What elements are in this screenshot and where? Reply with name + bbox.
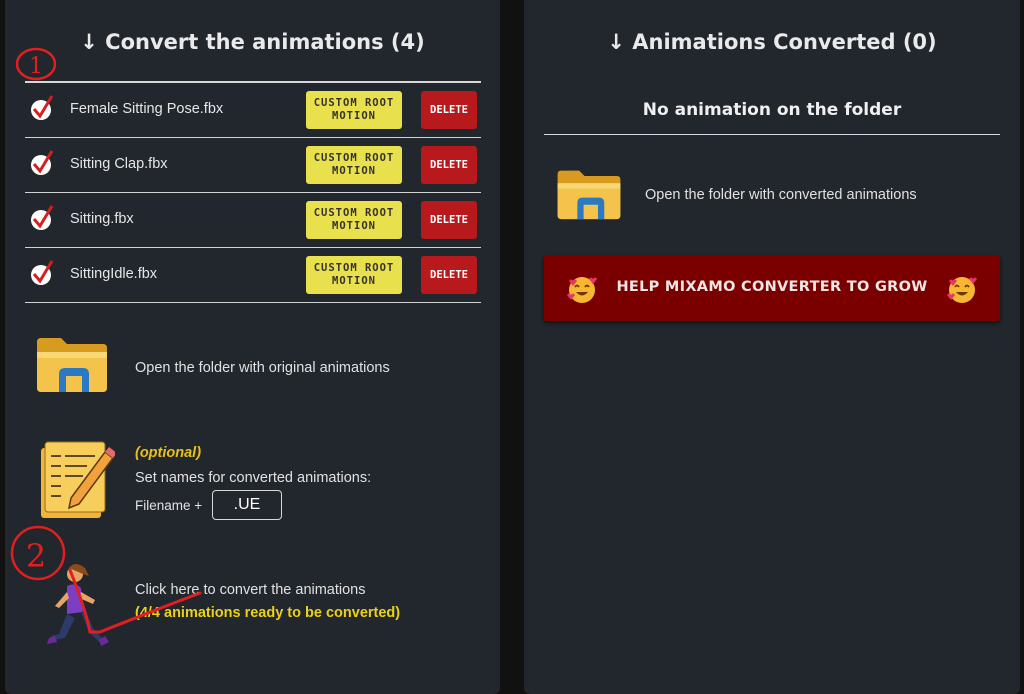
notepad-pencil-icon [41, 441, 115, 518]
animation-row: Sitting Clap.fbx CUSTOM ROOT MOTION DELE… [25, 137, 481, 192]
folder-icon [37, 338, 107, 392]
help-mixamo-converter-button[interactable]: HELP MIXAMO CONVERTER TO GROW [544, 255, 1000, 321]
set-names-label: Set names for converted animations: [135, 470, 372, 486]
convert-status-text: (4/4 animations ready to be converted) [135, 605, 401, 621]
optional-label: (optional) [135, 445, 202, 461]
open-converted-folder-button[interactable]: Open the folder with converted animation… [554, 160, 974, 232]
delete-button[interactable]: DELETE [421, 146, 477, 184]
animation-name: Sitting Clap.fbx [70, 156, 168, 172]
open-original-folder-label: Open the folder with original animations [135, 360, 390, 376]
converted-panel-title: ↓ Animations Converted (0) [607, 30, 937, 54]
convert-label: Click here to convert the animations [135, 582, 366, 598]
checkmark-icon[interactable] [31, 260, 54, 285]
convert-panel-title: ↓ Convert the animations (4) [80, 30, 425, 54]
animation-name: Female Sitting Pose.fbx [70, 101, 224, 117]
convert-panel: ↓ Convert the animations (4) Female Sitt… [5, 0, 500, 694]
checkmark-icon[interactable] [31, 95, 54, 120]
open-original-folder-button[interactable]: Open the folder with original animations [33, 330, 453, 402]
empty-divider [544, 134, 1000, 135]
animation-row: Sitting.fbx CUSTOM ROOT MOTION DELETE [25, 192, 481, 247]
filename-prefix-label: Filename + [135, 498, 203, 513]
animation-row: Female Sitting Pose.fbx CUSTOM ROOT MOTI… [25, 82, 481, 137]
custom-root-motion-button[interactable]: CUSTOM ROOT MOTION [306, 91, 402, 129]
delete-button[interactable]: DELETE [421, 256, 477, 294]
animation-name: Sitting.fbx [70, 211, 134, 227]
running-woman-icon [47, 564, 109, 646]
open-converted-folder-label: Open the folder with converted animation… [645, 187, 917, 203]
empty-message: No animation on the folder [642, 100, 902, 120]
custom-root-motion-button[interactable]: CUSTOM ROOT MOTION [306, 201, 402, 239]
smiling-face-with-hearts-icon [947, 277, 977, 303]
delete-button[interactable]: DELETE [421, 201, 477, 239]
custom-root-motion-button[interactable]: CUSTOM ROOT MOTION [306, 146, 402, 184]
checkmark-icon[interactable] [31, 205, 54, 230]
converted-panel: ↓ Animations Converted (0) No animation … [524, 0, 1020, 694]
animation-name: SittingIdle.fbx [70, 266, 158, 282]
checkmark-icon[interactable] [31, 150, 54, 175]
folder-icon [557, 170, 621, 220]
custom-root-motion-button[interactable]: CUSTOM ROOT MOTION [306, 256, 402, 294]
filename-suffix-input[interactable] [212, 490, 282, 520]
delete-button[interactable]: DELETE [421, 91, 477, 129]
animation-row: SittingIdle.fbx CUSTOM ROOT MOTION DELET… [25, 247, 481, 303]
help-button-label: HELP MIXAMO CONVERTER TO GROW [616, 279, 928, 295]
